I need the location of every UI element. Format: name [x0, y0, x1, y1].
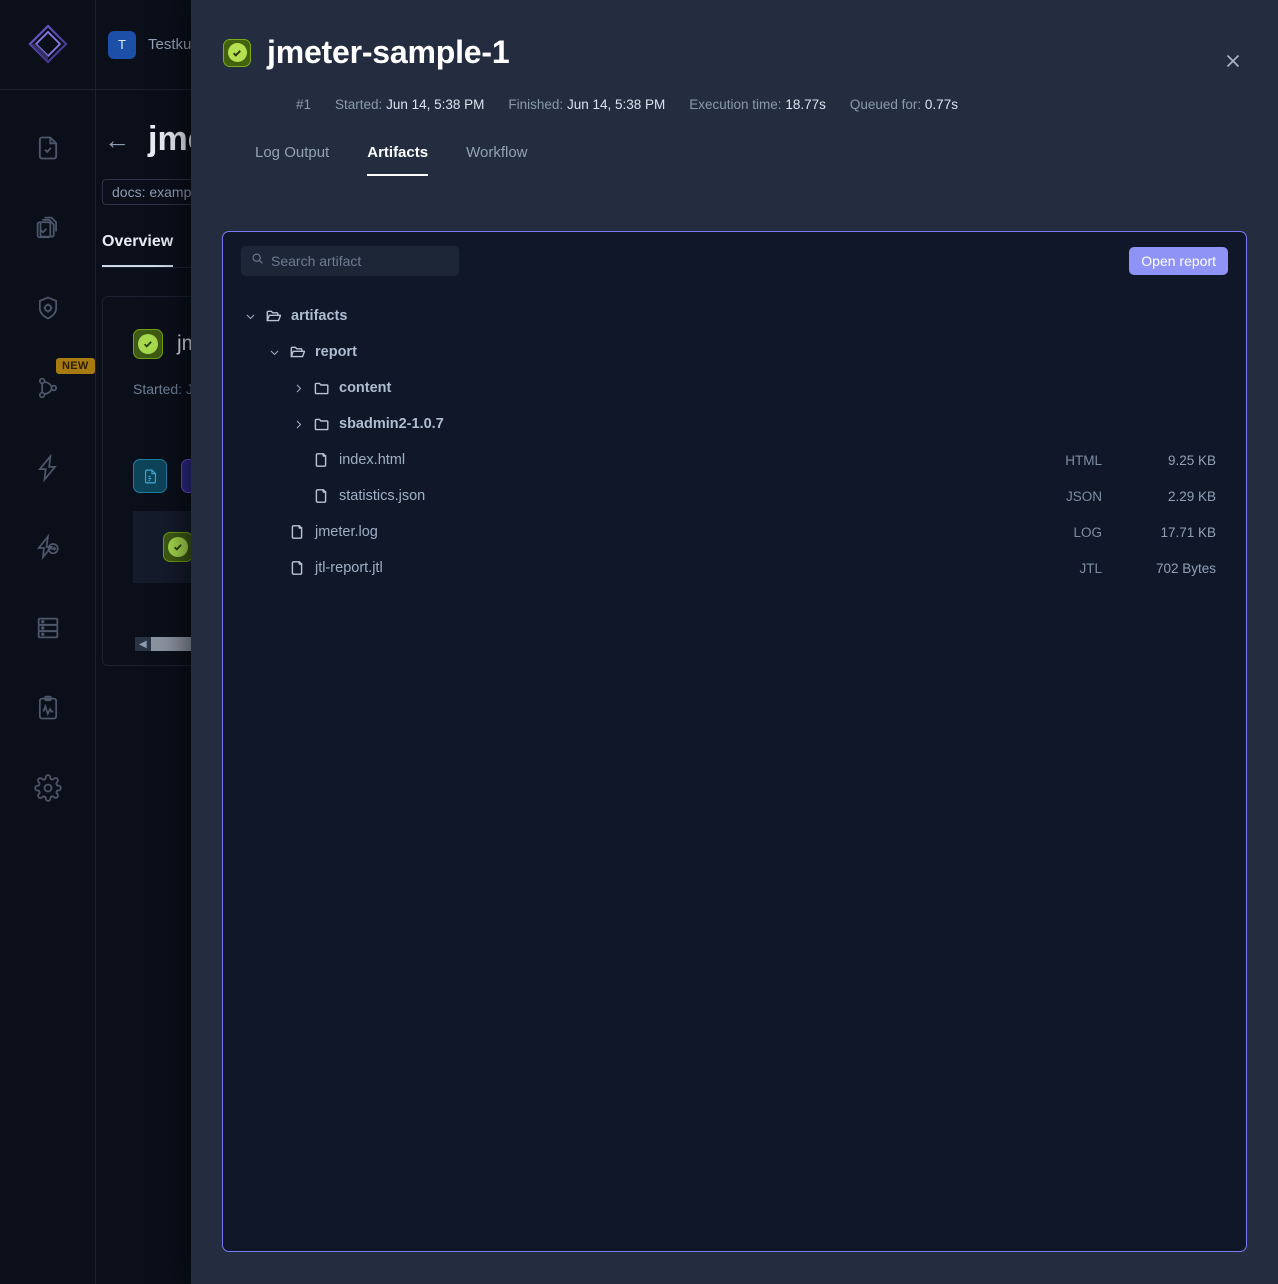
- folder-open-icon: [261, 308, 285, 324]
- sidebar-item-executors[interactable]: [0, 588, 95, 668]
- left-nav-rail: NEW: [0, 0, 96, 1284]
- artifact-folder-row[interactable]: artifacts: [223, 298, 1246, 334]
- sidebar-item-status-pages[interactable]: [0, 668, 95, 748]
- sidebar-item-sources[interactable]: [0, 268, 95, 348]
- folder-open-icon: [285, 344, 309, 360]
- tests-icon: [34, 134, 62, 162]
- artifact-tree: artifacts report content sbadmin2-1.0.7 inde…: [223, 276, 1246, 586]
- search-icon: [251, 252, 264, 270]
- avatar: T: [108, 31, 136, 59]
- file-icon: [285, 560, 309, 576]
- search-artifact-box[interactable]: [241, 246, 459, 276]
- artifact-type: JTL: [1022, 561, 1102, 576]
- drawer-header: jmeter-sample-1 #1 Started: Jun 14, 5:38…: [191, 0, 1278, 176]
- success-check-icon: [133, 329, 163, 359]
- execution-time-label: Execution time:: [689, 97, 781, 112]
- artifact-file-row[interactable]: statistics.jsonJSON 2.29 KB: [223, 478, 1246, 514]
- execution-time-meta: Execution time: 18.77s: [689, 97, 826, 112]
- artifact-name: sbadmin2-1.0.7: [339, 416, 1022, 432]
- triggers-icon: [34, 454, 62, 482]
- queued-label: Queued for:: [850, 97, 921, 112]
- tab-log-output[interactable]: Log Output: [255, 144, 329, 176]
- executors-icon: [34, 614, 62, 642]
- settings-gear-icon: [34, 774, 62, 802]
- execution-time-value: 18.77s: [785, 97, 826, 112]
- chevron-right-icon[interactable]: [287, 418, 309, 431]
- testkube-logo-icon[interactable]: [0, 0, 95, 90]
- sidebar-item-settings[interactable]: [0, 748, 95, 828]
- finished-meta: Finished: Jun 14, 5:38 PM: [508, 97, 665, 112]
- started-meta: Started: Jun 14, 5:38 PM: [335, 97, 484, 112]
- file-icon: [309, 452, 333, 468]
- artifact-folder-row[interactable]: sbadmin2-1.0.7: [223, 406, 1246, 442]
- test-suites-icon: [33, 213, 63, 243]
- queued-meta: Queued for: 0.77s: [850, 97, 958, 112]
- sidebar-item-test-suites[interactable]: [0, 188, 95, 268]
- sidebar-item-webhooks[interactable]: [0, 508, 95, 588]
- queued-value: 0.77s: [925, 97, 958, 112]
- artifacts-toolbar: Open report: [223, 232, 1246, 276]
- tab-workflow[interactable]: Workflow: [466, 144, 527, 176]
- folder-icon: [309, 416, 333, 432]
- close-icon[interactable]: [1218, 46, 1248, 76]
- open-report-button[interactable]: Open report: [1129, 247, 1228, 275]
- artifact-name: content: [339, 380, 1022, 396]
- artifact-size: 17.71 KB: [1116, 525, 1216, 540]
- artifact-name: artifacts: [291, 308, 1022, 324]
- search-input[interactable]: [271, 253, 449, 269]
- artifact-folder-row[interactable]: content: [223, 370, 1246, 406]
- drawer-title-row: jmeter-sample-1: [223, 34, 1246, 71]
- chevron-down-icon[interactable]: [263, 346, 285, 359]
- artifact-name: jmeter.log: [315, 524, 1022, 540]
- rail-item-list: NEW: [0, 90, 95, 828]
- file-icon: [309, 488, 333, 504]
- artifact-type: LOG: [1022, 525, 1102, 540]
- artifact-name: index.html: [339, 452, 1022, 468]
- scroll-left-icon[interactable]: ◀: [135, 639, 151, 650]
- artifact-type: HTML: [1022, 453, 1102, 468]
- back-arrow-icon[interactable]: ←: [104, 127, 130, 153]
- sidebar-item-tests[interactable]: [0, 108, 95, 188]
- app-root: NEW: [0, 0, 1278, 1284]
- finished-label: Finished:: [508, 97, 563, 112]
- sidebar-item-triggers[interactable]: [0, 428, 95, 508]
- step-success-check-icon: [163, 532, 193, 562]
- artifact-name: statistics.json: [339, 488, 1022, 504]
- chevron-right-icon[interactable]: [287, 382, 309, 395]
- artifact-folder-row[interactable]: report: [223, 334, 1246, 370]
- started-value: Jun 14, 5:38 PM: [386, 97, 484, 112]
- artifact-name: report: [315, 344, 1022, 360]
- execution-number: #1: [296, 97, 311, 112]
- artifact-file-row[interactable]: jtl-report.jtlJTL 702 Bytes: [223, 550, 1246, 586]
- artifact-size: 9.25 KB: [1116, 453, 1216, 468]
- execution-details-drawer: jmeter-sample-1 #1 Started: Jun 14, 5:38…: [191, 0, 1278, 1284]
- artifact-file-row[interactable]: index.htmlHTML 9.25 KB: [223, 442, 1246, 478]
- sources-shield-icon: [34, 294, 62, 322]
- started-label: Started:: [335, 97, 382, 112]
- workflows-icon: [34, 374, 62, 402]
- new-badge: NEW: [56, 358, 95, 374]
- webhooks-icon: [33, 533, 63, 563]
- status-pages-icon: [34, 694, 62, 722]
- chevron-down-icon[interactable]: [239, 310, 261, 323]
- tab-artifacts[interactable]: Artifacts: [367, 144, 428, 176]
- folder-icon: [309, 380, 333, 396]
- artifact-file-row[interactable]: jmeter.logLOG 17.71 KB: [223, 514, 1246, 550]
- artifacts-panel: Open report artifacts report content sbadmi…: [222, 231, 1247, 1252]
- file-icon: [285, 524, 309, 540]
- drawer-title: jmeter-sample-1: [267, 34, 509, 71]
- artifact-type: JSON: [1022, 489, 1102, 504]
- execution-meta: #1 Started: Jun 14, 5:38 PM Finished: Ju…: [296, 97, 1246, 112]
- drawer-tabs: Log Output Artifacts Workflow: [255, 144, 1246, 176]
- success-check-icon: [223, 39, 251, 67]
- artifact-name: jtl-report.jtl: [315, 560, 1022, 576]
- artifact-size: 2.29 KB: [1116, 489, 1216, 504]
- log-output-chip-icon[interactable]: [133, 459, 167, 493]
- tab-overview[interactable]: Overview: [102, 233, 173, 267]
- artifact-size: 702 Bytes: [1116, 561, 1216, 576]
- finished-value: Jun 14, 5:38 PM: [567, 97, 665, 112]
- sidebar-item-workflows[interactable]: NEW: [0, 348, 95, 428]
